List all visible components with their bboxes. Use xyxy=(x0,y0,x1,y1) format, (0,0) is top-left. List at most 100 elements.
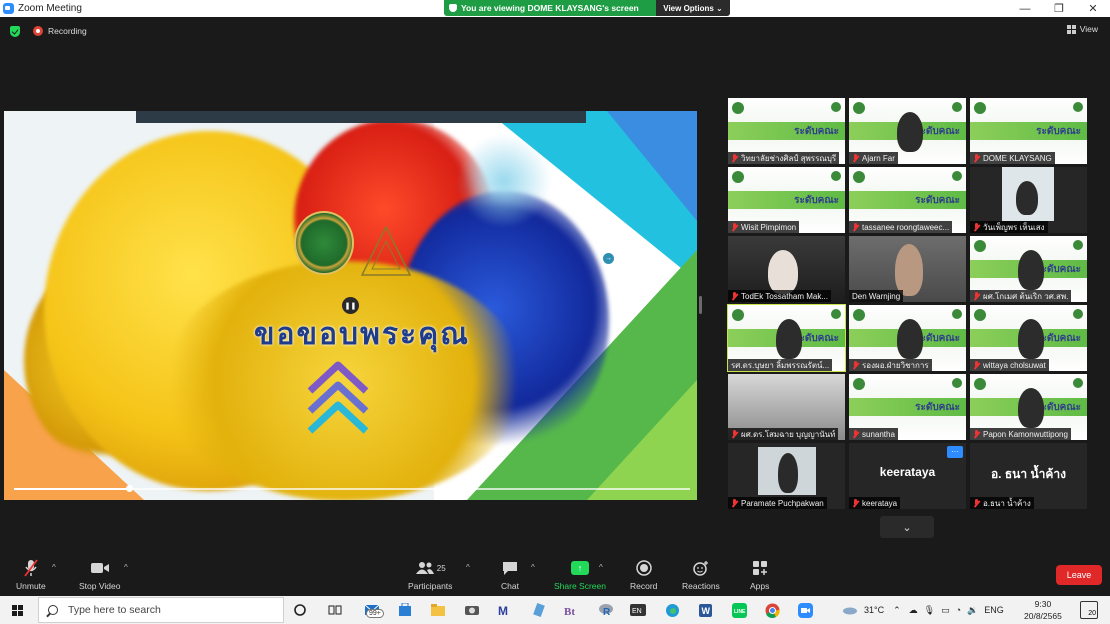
window-titlebar: Zoom Meeting You are viewing DOME KLAYSA… xyxy=(0,0,1110,17)
participant-tile[interactable]: ระดับคณะ DOME KLAYSANG xyxy=(970,98,1087,164)
participant-tile[interactable]: Den Warnjing xyxy=(849,236,966,302)
institution-emblem xyxy=(294,211,354,275)
line-app-icon[interactable]: LINE xyxy=(729,601,749,619)
chrome-browser-icon[interactable] xyxy=(762,601,782,619)
apps-label: Apps xyxy=(750,581,770,591)
participant-name: Papon Kamonwuttipong xyxy=(983,429,1068,439)
participant-name: Ajarn Far xyxy=(862,153,895,163)
participant-tile[interactable]: ระดับคณะ wittaya cholsuwat xyxy=(970,305,1087,371)
slide-thanks-text: ขอขอบพระคุณ xyxy=(254,318,470,351)
participant-name: รองผอ.ฝ่ายวิชาการ xyxy=(862,360,929,370)
store-icon[interactable] xyxy=(395,601,415,619)
shield-icon xyxy=(449,4,457,12)
task-view-icon[interactable] xyxy=(325,601,345,619)
participant-name: Wisit Pimpimon xyxy=(741,222,797,232)
participant-video xyxy=(1018,388,1044,428)
m-plus-app-icon[interactable]: M xyxy=(494,601,514,619)
participants-label: Participants xyxy=(408,581,453,591)
word-icon[interactable]: W xyxy=(695,601,715,619)
stop-video-button[interactable]: Stop Video xyxy=(79,559,120,591)
r-language-icon[interactable]: R xyxy=(596,601,616,619)
minimize-button[interactable]: — xyxy=(1008,0,1042,17)
security-shield-icon[interactable] xyxy=(10,26,20,37)
temperature-label[interactable]: 31°C xyxy=(864,605,884,615)
file-explorer-icon[interactable] xyxy=(428,601,448,619)
audio-options-caret[interactable]: ^ xyxy=(52,563,56,572)
participant-name-bar: sunantha xyxy=(849,428,898,440)
windows-start-icon[interactable] xyxy=(12,604,23,616)
edge-browser-icon[interactable] xyxy=(662,601,682,619)
participant-video xyxy=(897,319,923,359)
participant-tile[interactable]: อ. ธนา น้ำค้าง อ.ธนา น้ำค้าง xyxy=(970,443,1087,509)
participant-tile[interactable]: ระดับคณะ วิทยาลัยช่างศิลป์ สุพรรณบุรี xyxy=(728,98,845,164)
font-app-icon[interactable]: Bt xyxy=(561,601,581,619)
microphone-muted-icon xyxy=(973,291,980,301)
close-button[interactable]: ✕ xyxy=(1076,0,1110,17)
input-language-label[interactable]: ENG xyxy=(984,605,1004,615)
unmute-button[interactable]: Unmute xyxy=(16,559,46,591)
view-options-button[interactable]: View Options ⌄ xyxy=(656,0,730,16)
participants-button[interactable]: 25 Participants xyxy=(408,559,452,591)
chat-button[interactable]: Chat xyxy=(501,559,519,591)
zoom-taskbar-icon[interactable] xyxy=(795,601,815,619)
video-progress-handle[interactable] xyxy=(125,485,133,492)
notification-center-icon[interactable]: 20 xyxy=(1080,601,1098,619)
taskbar-search-box[interactable]: Type here to search xyxy=(38,597,284,623)
apps-button[interactable]: Apps xyxy=(750,559,769,591)
maximize-button[interactable]: ❐ xyxy=(1042,0,1076,17)
cable-app-icon[interactable] xyxy=(529,601,549,619)
participant-tile[interactable]: ผศ.ดร.โสมฉาย บุญญานันท์ xyxy=(728,374,845,440)
participant-tile[interactable]: ระดับคณะ tassanee roongtaweec... xyxy=(849,167,966,233)
leave-button[interactable]: Leave xyxy=(1056,565,1102,585)
participant-tile[interactable]: ระดับคณะ รศ.ดร.บุษยา ลิ้มพรรณรัตน์... xyxy=(727,304,846,372)
participant-tile[interactable]: Paramate Puchpakwan xyxy=(728,443,845,509)
onedrive-icon[interactable]: ☁ xyxy=(909,605,918,616)
participant-tile[interactable]: ระดับคณะ Papon Kamonwuttipong xyxy=(970,374,1087,440)
tray-chevron-up-icon[interactable]: ⌃ xyxy=(893,605,901,616)
microphone-muted-icon xyxy=(852,222,859,232)
participant-tile[interactable]: ระดับคณะ ผศ.โกเมศ ต้นเริก วศ.สพ. xyxy=(970,236,1087,302)
input-language-app-icon[interactable]: EN xyxy=(628,601,648,619)
microphone-muted-icon xyxy=(24,559,38,577)
video-options-caret[interactable]: ^ xyxy=(124,563,128,572)
participant-name-bar: Ajarn Far xyxy=(849,152,898,164)
view-label: View xyxy=(1079,24,1098,34)
more-options-button[interactable]: ··· xyxy=(947,446,963,458)
volume-icon[interactable]: 🔉 xyxy=(967,605,978,616)
participant-tile[interactable]: keerataya ··· keerataya xyxy=(849,443,966,509)
microphone-muted-icon xyxy=(973,360,980,370)
wifi-icon[interactable]: ◔ xyxy=(956,605,961,615)
double-chevron-up-icon xyxy=(307,361,369,434)
record-button[interactable]: Record xyxy=(630,559,657,591)
panel-splitter-handle[interactable] xyxy=(699,296,702,314)
participant-tile[interactable]: ระดับคณะ รองผอ.ฝ่ายวิชาการ xyxy=(849,305,966,371)
reactions-button[interactable]: Reactions xyxy=(682,559,720,591)
participant-name-bar: DOME KLAYSANG xyxy=(970,152,1055,164)
gallery-next-page-button[interactable]: ⌄ xyxy=(880,516,934,538)
share-options-caret[interactable]: ^ xyxy=(599,563,603,572)
cloud-weather-icon[interactable] xyxy=(842,605,858,615)
taskbar-clock[interactable]: 9:30 20/8/2565 xyxy=(1024,598,1062,622)
chat-options-caret[interactable]: ^ xyxy=(531,563,535,572)
participant-name-bar: รศ.ดร.บุษยา ลิ้มพรรณรัตน์... xyxy=(728,359,833,371)
arrow-right-icon[interactable]: → xyxy=(602,252,615,265)
participants-options-caret[interactable]: ^ xyxy=(466,563,470,572)
participant-tile[interactable]: ระดับคณะ Ajarn Far xyxy=(849,98,966,164)
microphone-muted-icon xyxy=(973,153,980,163)
battery-icon[interactable]: ▭ xyxy=(941,605,950,616)
shared-screen[interactable]: ❚❚ ขอขอบพระคุณ → xyxy=(4,111,697,500)
view-button[interactable]: View xyxy=(1066,24,1098,34)
camera-app-icon[interactable] xyxy=(462,601,482,619)
slide-decoration xyxy=(607,111,697,221)
participant-video xyxy=(778,453,798,493)
participant-tile[interactable]: ระดับคณะ Wisit Pimpimon xyxy=(728,167,845,233)
participant-name-bar: Wisit Pimpimon xyxy=(728,221,800,233)
participant-tile[interactable]: ระดับคณะ sunantha xyxy=(849,374,966,440)
participant-tile[interactable]: TodEk Tossatham Mak... xyxy=(728,236,845,302)
microphone-muted-icon xyxy=(852,153,859,163)
participant-tile[interactable]: วันเพ็ญพร เห็นเสง xyxy=(970,167,1087,233)
video-progress-bar[interactable] xyxy=(14,485,690,492)
microphone-tray-icon[interactable]: 🎙 xyxy=(924,605,935,616)
recording-icon xyxy=(33,26,43,36)
cortana-icon[interactable] xyxy=(290,601,310,619)
